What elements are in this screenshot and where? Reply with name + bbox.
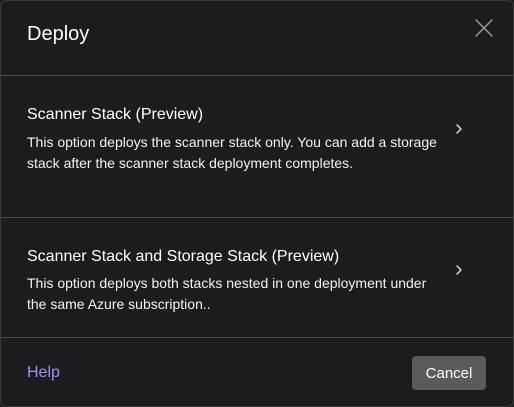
- chevron-right-icon: [456, 265, 462, 275]
- option-title: Scanner Stack (Preview): [27, 106, 204, 123]
- cancel-button[interactable]: Cancel: [412, 356, 486, 390]
- deploy-dialog: Deploy Scanner Stack (Preview) This opti…: [0, 0, 514, 407]
- dialog-footer: Help Cancel: [1, 338, 513, 407]
- dialog-header: Deploy: [1, 1, 513, 76]
- dialog-title: Deploy: [27, 23, 90, 45]
- close-button[interactable]: [473, 17, 495, 39]
- close-icon: [475, 19, 493, 37]
- option-description: This option deploys both stacks nested i…: [27, 275, 427, 312]
- option-title: Scanner Stack and Storage Stack (Preview…: [27, 248, 340, 265]
- option-scanner-and-storage-stack[interactable]: Scanner Stack and Storage Stack (Preview…: [1, 218, 513, 338]
- option-description: This option deploys the scanner stack on…: [27, 134, 437, 171]
- option-scanner-stack[interactable]: Scanner Stack (Preview) This option depl…: [1, 76, 513, 218]
- chevron-right-icon: [456, 124, 462, 134]
- help-link[interactable]: Help: [27, 364, 60, 382]
